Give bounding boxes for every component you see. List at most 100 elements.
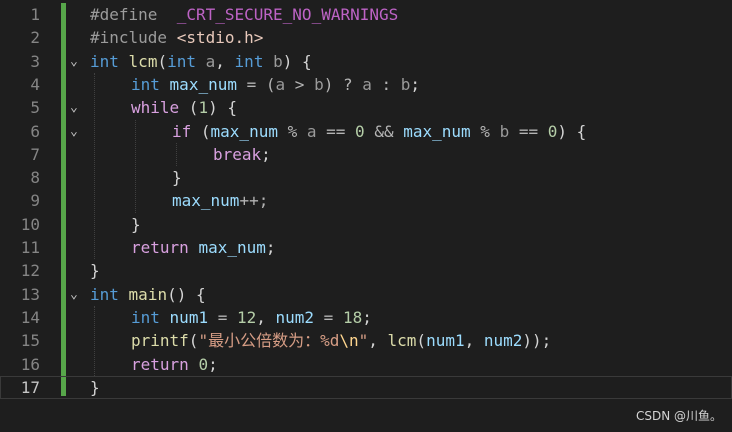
line-number: 12	[20, 261, 40, 281]
fold-chevron-icon[interactable]: ⌄	[70, 96, 78, 119]
code-token: #include	[90, 28, 168, 48]
code-line[interactable]: 11 return max_num;	[0, 236, 732, 259]
code-token: a	[205, 51, 216, 71]
code-text: int num1 = 12, num2 = 18;	[131, 306, 372, 329]
code-token: return	[131, 354, 189, 374]
code-token: ==	[509, 121, 548, 141]
code-token: num1	[426, 331, 465, 351]
code-token: 1	[198, 98, 209, 118]
code-token: (	[179, 98, 199, 118]
indent-guide	[135, 119, 136, 213]
code-token: break	[213, 144, 262, 164]
line-number: 17	[20, 377, 40, 397]
code-token: =	[208, 307, 237, 327]
code-line[interactable]: 1 #define _CRT_SECURE_NO_WARNINGS	[0, 3, 732, 26]
code-token: #define	[90, 5, 158, 24]
code-token: (	[188, 331, 199, 351]
code-token: max_num	[210, 121, 278, 141]
code-text: break;	[213, 143, 271, 166]
fold-chevron-icon[interactable]: ⌄	[70, 283, 78, 306]
code-token: while	[131, 98, 180, 118]
line-number: 13	[20, 284, 40, 304]
code-token: lcm	[128, 51, 158, 71]
code-token: (	[416, 331, 427, 351]
code-token: a	[362, 74, 372, 94]
code-token: ;	[261, 144, 271, 164]
code-text: while (1) {	[131, 96, 237, 119]
code-token: num2	[275, 307, 315, 327]
code-text: max_num++;	[172, 189, 268, 212]
code-token: ) {	[282, 51, 312, 71]
code-token: if	[172, 121, 192, 141]
code-line[interactable]: 17}	[0, 375, 732, 400]
code-line[interactable]: 12}	[0, 259, 732, 282]
indent-guide	[94, 305, 95, 376]
code-line[interactable]: 2 #include <stdio.h>	[0, 26, 732, 49]
code-token: (	[157, 51, 168, 71]
code-line[interactable]: 5 ⌄ while (1) {	[0, 96, 732, 119]
code-token: }	[90, 377, 100, 397]
code-line[interactable]: 4 int max_num = (a > b) ? a : b;	[0, 73, 732, 96]
code-line[interactable]: 16 return 0;	[0, 353, 732, 376]
code-line[interactable]: 9 max_num++;	[0, 189, 732, 212]
code-line[interactable]: 6 ⌄ if (max_num % a == 0 && max_num % b ==…	[0, 120, 732, 143]
code-line[interactable]: 7 break;	[0, 143, 732, 166]
line-number: 1	[30, 5, 40, 24]
code-token: b	[499, 121, 510, 141]
fold-chevron-icon[interactable]: ⌄	[70, 120, 78, 143]
code-token: \n	[339, 331, 359, 351]
code-line[interactable]: 14 int num1 = 12, num2 = 18;	[0, 306, 732, 329]
code-token: %	[470, 121, 500, 141]
code-token: 0	[547, 121, 558, 141]
code-token: printf	[131, 331, 189, 351]
code-token: 12	[236, 307, 257, 327]
code-token: max_num	[403, 121, 471, 141]
fold-chevron-icon[interactable]: ⌄	[70, 50, 78, 73]
code-token: max_num	[172, 191, 240, 211]
code-line[interactable]: 13 ⌄ int main() {	[0, 283, 732, 306]
code-token: <stdio.h>	[176, 28, 264, 48]
code-token: = (	[236, 74, 276, 94]
code-line[interactable]: 8}	[0, 166, 732, 189]
code-token: 0	[355, 121, 365, 141]
code-token: int	[131, 74, 160, 94]
code-token: ) ?	[323, 74, 363, 94]
line-number: 11	[20, 238, 40, 257]
line-number: 10	[20, 214, 40, 234]
code-token: >	[285, 74, 315, 94]
code-token: (	[191, 121, 211, 141]
watermark: CSDN @川鱼。	[635, 409, 722, 423]
code-token: ;	[265, 238, 276, 257]
code-line[interactable]: 3 ⌄ int lcm(int a, int b) {	[0, 50, 732, 73]
code-token: ,	[215, 51, 235, 71]
code-text: #include <stdio.h>	[90, 26, 263, 49]
code-token: _CRT_SECURE_NO_WARNINGS	[176, 5, 399, 24]
indent-guide	[94, 72, 95, 260]
code-token: num1	[169, 307, 209, 327]
code-token: b	[314, 74, 324, 94]
code-token: &&	[364, 121, 404, 141]
code-text: }	[90, 259, 100, 282]
code-line[interactable]: 15 printf("最小公倍数为：%d\n", lcm(num1, num2))…	[0, 329, 732, 352]
code-token: "	[358, 331, 369, 351]
code-text: return max_num;	[131, 236, 276, 259]
code-token: max_num	[198, 238, 266, 257]
code-token: () {	[167, 284, 206, 304]
code-editor[interactable]: 1 #define _CRT_SECURE_NO_WARNINGS 2 #includ…	[0, 0, 732, 400]
line-number: 16	[20, 354, 40, 374]
code-token: %	[277, 121, 307, 141]
code-token: return	[131, 238, 189, 257]
code-token: ;	[410, 74, 421, 94]
code-token: max_num	[169, 74, 237, 94]
code-line[interactable]: 10}	[0, 213, 732, 236]
code-text: }	[172, 166, 182, 189]
line-number: 15	[20, 331, 40, 351]
code-text: if (max_num % a == 0 && max_num % b == 0…	[172, 120, 586, 143]
